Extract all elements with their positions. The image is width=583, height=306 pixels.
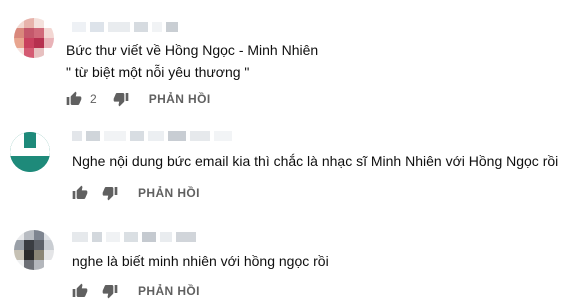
avatar[interactable] xyxy=(14,230,54,270)
comment-text-line: Nghe nội dung bức email kia thì chắc là … xyxy=(72,153,559,169)
author-name-redacted[interactable] xyxy=(72,131,232,141)
comment-2: Nghe nội dung bức email kia thì chắc là … xyxy=(0,110,583,210)
comment-actions: PHẢN HỒI xyxy=(70,183,200,203)
reply-button[interactable]: PHẢN HỒI xyxy=(138,186,200,200)
comment-1: Bức thư viết về Hồng Ngọc - Minh Nhiên "… xyxy=(0,0,583,110)
comment-text-line: " từ biệt một nỗi yêu thương " xyxy=(66,64,250,80)
avatar[interactable] xyxy=(14,18,54,58)
thumb-down-icon[interactable] xyxy=(111,89,131,109)
comment-text-line: nghe là biết minh nhiên với hồng ngọc rồ… xyxy=(72,253,329,269)
teal-cross-avatar-image xyxy=(10,132,50,172)
comment-actions: 2 PHẢN HỒI xyxy=(64,89,211,109)
comment-3: nghe là biết minh nhiên với hồng ngọc rồ… xyxy=(0,210,583,306)
thumb-down-icon[interactable] xyxy=(100,281,120,301)
comment-text-line: Bức thư viết về Hồng Ngọc - Minh Nhiên xyxy=(66,42,319,58)
author-name-redacted[interactable] xyxy=(72,22,178,32)
thumb-up-icon[interactable] xyxy=(70,281,90,301)
reply-button[interactable]: PHẢN HỒI xyxy=(138,284,200,298)
thumb-up-icon[interactable] xyxy=(70,183,90,203)
thumb-up-icon[interactable] xyxy=(64,89,84,109)
avatar[interactable] xyxy=(10,132,50,172)
thumb-down-icon[interactable] xyxy=(100,183,120,203)
author-name-redacted[interactable] xyxy=(72,232,196,242)
comment-actions: PHẢN HỒI xyxy=(70,281,200,301)
like-count: 2 xyxy=(90,92,97,106)
reply-button[interactable]: PHẢN HỒI xyxy=(149,92,211,106)
